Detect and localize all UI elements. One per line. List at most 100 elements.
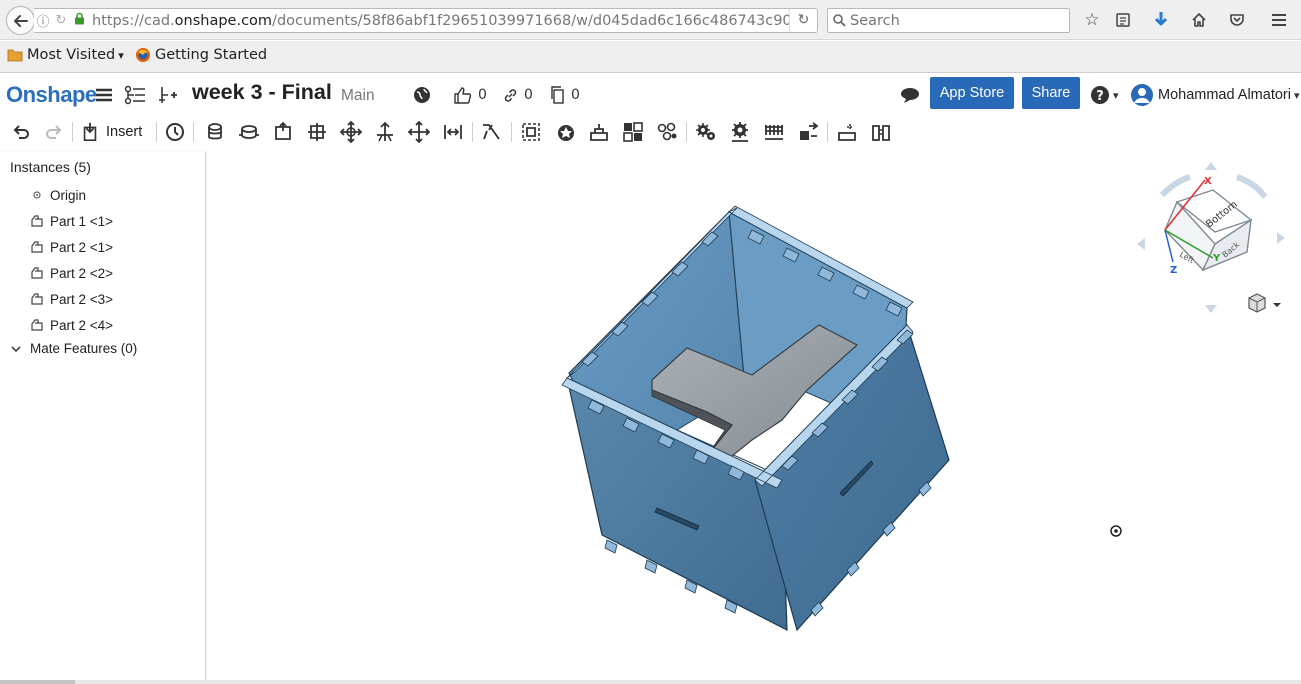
lock-icon [70,12,88,29]
gear-icon [732,122,748,142]
rotate-arrow-icon[interactable] [1235,174,1268,199]
instance-part-1-1[interactable]: Part 1 <1> [30,210,113,232]
screw-relation-button[interactable] [761,120,787,144]
measure-button[interactable] [868,120,894,144]
cylindrical-mate-button[interactable] [338,120,364,144]
replicate-button[interactable] [162,120,188,144]
linear-pattern-button[interactable] [620,120,646,144]
slider-mate-button[interactable] [270,120,296,144]
user-menu[interactable]: Mohammad Almatori ▾ [1130,84,1300,106]
link-count: 0 [524,87,533,103]
pocket-icon[interactable] [1226,9,1248,31]
reading-list-icon[interactable] [1112,9,1134,31]
insert-mate-icon[interactable] [157,84,177,106]
part-icon [30,214,44,228]
feature-list-icon[interactable] [124,84,146,106]
view-cube[interactable]: Bottom Left Back X Y Z [1137,162,1285,313]
ball-mate-button[interactable] [406,120,432,144]
clock-icon [166,123,184,141]
rotation-center-icon[interactable] [1110,525,1122,537]
mate-relation-button[interactable] [586,120,612,144]
revolute-mate-button[interactable] [236,120,262,144]
instance-part-2-3[interactable]: Part 2 <3> [30,288,113,310]
part-icon [30,292,44,306]
links-button[interactable]: 0 [503,84,533,106]
explode-button[interactable] [834,120,860,144]
arrow-up-icon[interactable] [1205,162,1217,170]
back-button[interactable] [6,6,35,35]
circular-pattern-button[interactable] [654,120,680,144]
instance-part-2-1[interactable]: Part 2 <1> [30,236,113,258]
arrow-down-icon[interactable] [1205,305,1217,313]
cylindrical-mate-icon [340,121,362,143]
comments-icon[interactable] [899,84,921,106]
undo-button[interactable] [8,120,34,144]
chevron-down-icon [1273,303,1281,307]
search-input[interactable] [850,12,1060,29]
toolbar-separator [827,122,828,142]
instance-part-2-2[interactable]: Part 2 <2> [30,262,113,284]
z-axis-label: Z [1170,265,1177,276]
url-bar[interactable]: ⓘ ↻ https://cad.onshape.com/documents/58… [34,8,818,33]
fastened-mate-button[interactable] [202,120,228,144]
assembly-model[interactable] [561,205,950,632]
bookmark-getting-started[interactable]: Getting Started [135,47,267,63]
onshape-logo[interactable]: Onshape [6,82,97,108]
gear-relation-button[interactable] [693,120,719,144]
parallel-mate-button[interactable] [440,120,466,144]
download-icon[interactable] [1150,9,1172,31]
instances-header[interactable]: Instances (5) [10,159,91,175]
menu-icon[interactable] [1268,9,1290,31]
help-button[interactable]: ? ▾ [1090,84,1119,106]
tab-strip-segment[interactable] [0,680,75,684]
globe-icon[interactable] [413,84,431,106]
arrow-left-icon[interactable] [1137,238,1145,250]
mate-features-label: Mate Features (0) [30,341,138,356]
chevron-down-icon: ▾ [118,48,124,62]
rack-pinion-button[interactable] [727,120,753,144]
linear-relation-button[interactable] [795,120,821,144]
mate-connector-button[interactable] [518,120,544,144]
reload-icon[interactable]: ↻ [789,9,817,32]
gears-icon [696,123,715,140]
instance-list-panel: Instances (5) Origin Part 1 <1> Part 2 <… [0,152,206,680]
like-button[interactable]: 0 [453,84,487,106]
graphics-viewport[interactable]: Bottom Left Back X Y Z [207,150,1301,680]
bookmark-most-visited[interactable]: Most Visited ▾ [7,47,124,63]
link-icon [504,88,517,102]
mate-features-group[interactable]: Mate Features (0) [10,341,137,356]
tangent-mate-button[interactable] [478,120,504,144]
redo-button[interactable] [41,120,67,144]
model-canvas[interactable]: Bottom Left Back X Y Z [207,150,1301,680]
avatar-icon [1131,84,1153,106]
home-icon[interactable] [1188,9,1210,31]
copies-button[interactable]: 0 [549,84,580,106]
document-title[interactable]: week 3 - Final [192,80,332,105]
branch-label[interactable]: Main [341,87,375,105]
search-bar[interactable] [827,8,1070,33]
group-button[interactable] [553,120,579,144]
planar-mate-button[interactable] [304,120,330,144]
search-icon [833,14,846,27]
info-icon[interactable]: ⓘ [34,11,52,30]
arrow-right-icon[interactable] [1277,232,1285,244]
instance-origin[interactable]: Origin [30,184,86,206]
url-text[interactable]: https://cad.onshape.com/documents/58f86a… [88,13,789,29]
instance-part-2-4[interactable]: Part 2 <4> [30,314,113,336]
thumbs-up-icon [454,87,472,104]
instance-label: Part 2 <3> [50,291,114,307]
share-button[interactable]: Share [1022,77,1080,109]
copy-count: 0 [571,87,580,103]
bookmark-star-icon[interactable]: ☆ [1081,9,1103,31]
pin-slot-mate-button[interactable] [372,120,398,144]
app-store-button[interactable]: App Store [930,77,1014,109]
insert-button[interactable]: Insert [80,120,150,144]
view-options-button[interactable] [1248,293,1281,313]
hamburger-menu-icon[interactable] [95,84,113,106]
group-icon [558,125,574,141]
part-icon [30,266,44,280]
like-count: 0 [478,87,487,103]
shield-icon: ↻ [55,13,67,28]
toolbar-separator [686,122,687,142]
rotate-arrow-icon[interactable] [1159,174,1191,198]
